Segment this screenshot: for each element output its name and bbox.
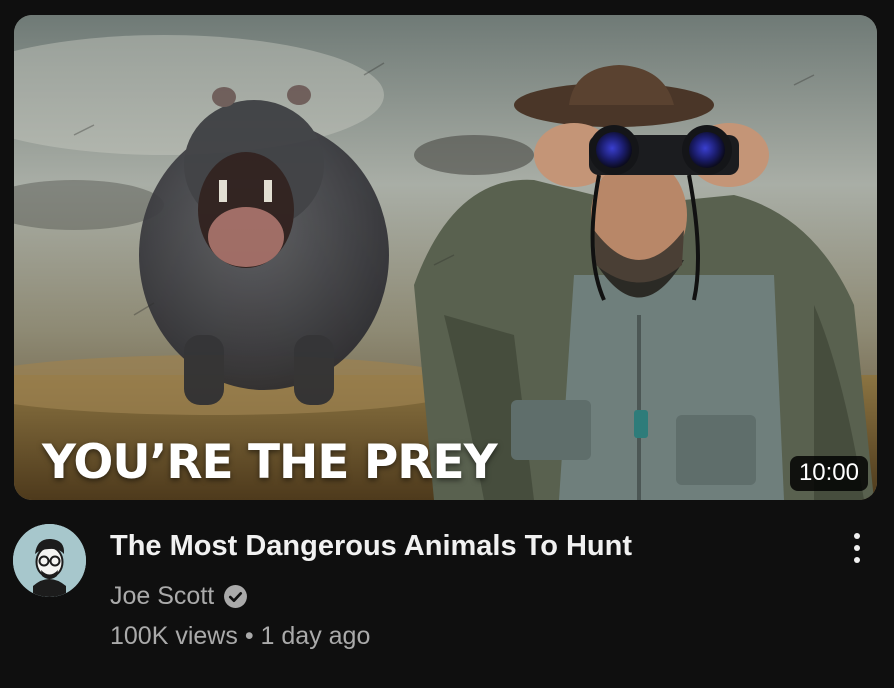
more-vertical-icon [854,557,860,563]
more-vertical-icon [854,545,860,551]
avatar-icon [13,524,86,597]
thumbnail-overlay-text: YOU’RE THE PREY [42,435,498,490]
meta-separator: • [244,622,254,650]
video-thumbnail[interactable]: YOU’RE THE PREY 10:00 [14,15,877,500]
more-options-button[interactable] [840,528,874,568]
video-meta: 100K views • 1 day ago [110,620,370,652]
video-title[interactable]: The Most Dangerous Animals To Hunt [110,528,632,564]
channel-avatar[interactable] [13,524,86,597]
channel-link[interactable]: Joe Scott [110,580,248,612]
thumbnail-image [14,15,877,500]
channel-name[interactable]: Joe Scott [110,580,214,612]
duration-badge: 10:00 [789,456,868,491]
video-card: YOU’RE THE PREY 10:00 The Most Dangerous… [0,0,894,688]
view-count: 100K views [110,622,238,650]
verified-check-icon [224,584,248,608]
upload-age: 1 day ago [260,622,371,650]
more-vertical-icon [854,533,860,539]
